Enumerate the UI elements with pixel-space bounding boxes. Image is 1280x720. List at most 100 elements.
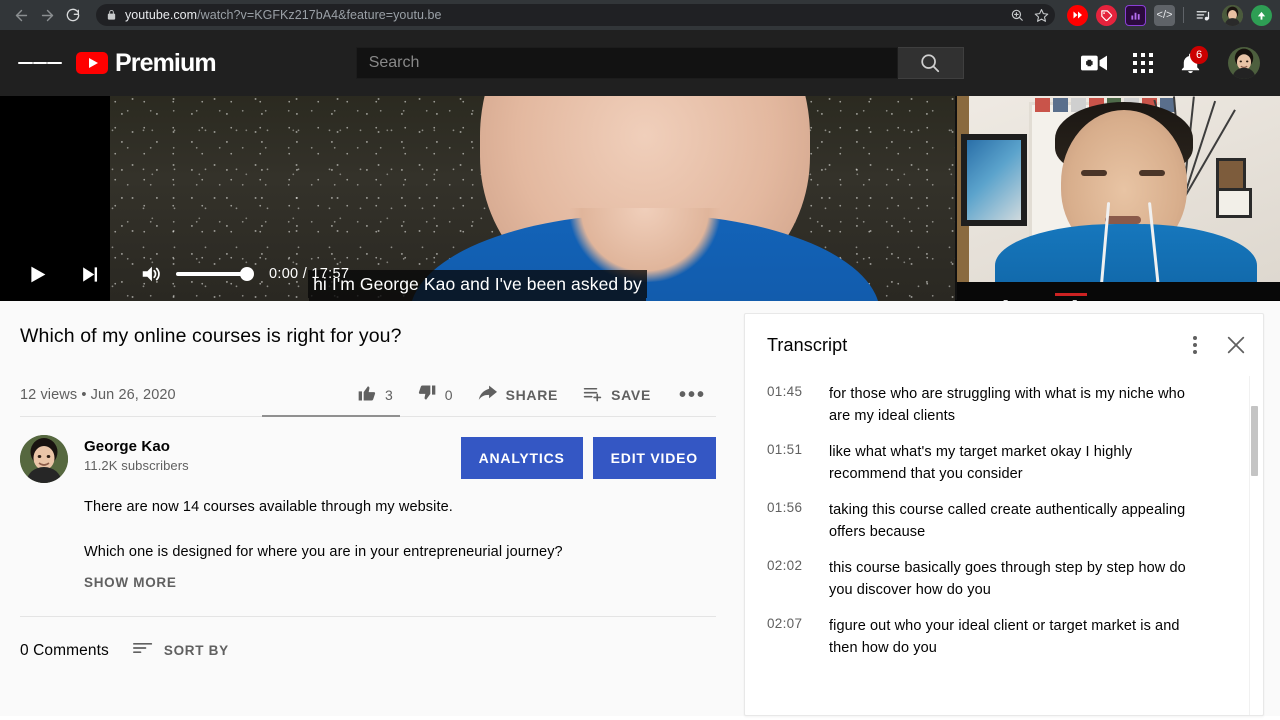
page-title: Which of my online courses is right for … bbox=[20, 323, 716, 349]
apps-grid-icon[interactable] bbox=[1133, 53, 1153, 73]
thumbs-down-icon bbox=[417, 383, 437, 406]
lock-icon bbox=[106, 9, 117, 21]
code-extension-icon[interactable]: </> bbox=[1154, 5, 1175, 26]
video-player[interactable]: hi I'm George Kao and I've been asked by… bbox=[0, 96, 1280, 301]
pip-picture-frame bbox=[1216, 188, 1252, 218]
search-button[interactable] bbox=[898, 47, 964, 79]
search-input[interactable] bbox=[369, 54, 889, 72]
volume-icon[interactable] bbox=[128, 251, 174, 297]
hamburger-menu-icon[interactable] bbox=[18, 41, 62, 85]
transcript-text: figure out who your ideal client or targ… bbox=[829, 615, 1201, 659]
transcript-timestamp: 01:51 bbox=[767, 441, 829, 457]
logo-label: Premium bbox=[115, 49, 216, 78]
transcript-timestamp: 02:02 bbox=[767, 557, 829, 573]
transcript-text: like what what's my target market okay I… bbox=[829, 441, 1201, 485]
address-bar[interactable]: youtube.com/watch?v=KGFKz217bA4&feature=… bbox=[96, 4, 1055, 26]
dislike-count: 0 bbox=[445, 387, 453, 403]
subscriber-count: 11.2K subscribers bbox=[84, 458, 189, 473]
save-icon bbox=[582, 384, 603, 406]
transcript-scrollbar-track[interactable] bbox=[1249, 376, 1261, 715]
search-input-wrapper[interactable] bbox=[356, 47, 898, 79]
extension-tray: </> bbox=[1061, 5, 1272, 26]
reload-button[interactable] bbox=[60, 2, 86, 28]
analytics-button[interactable]: ANALYTICS bbox=[461, 437, 583, 479]
volume-knob[interactable] bbox=[240, 267, 254, 281]
transcript-row[interactable]: 01:45for those who are struggling with w… bbox=[755, 376, 1263, 434]
transcript-row[interactable]: 01:51like what what's my target market o… bbox=[755, 434, 1263, 492]
transcript-row[interactable]: 01:56taking this course called create au… bbox=[755, 492, 1263, 550]
like-count: 3 bbox=[385, 387, 393, 403]
channel-row: George Kao 11.2K subscribers ANALYTICS E… bbox=[20, 435, 716, 483]
like-button[interactable]: 3 bbox=[345, 375, 405, 415]
youtube-extension-icon[interactable] bbox=[1067, 5, 1088, 26]
more-actions-button[interactable]: ••• bbox=[663, 375, 716, 415]
active-action-underline bbox=[262, 415, 400, 417]
save-label: SAVE bbox=[611, 387, 651, 403]
kebab-menu-icon[interactable] bbox=[1183, 333, 1207, 357]
video-actions: 3 0 SHARE S bbox=[345, 375, 716, 415]
sort-icon bbox=[133, 641, 153, 660]
description-paragraph-2: Which one is designed for where you are … bbox=[84, 542, 716, 563]
transcript-text: taking this course called create authent… bbox=[829, 499, 1201, 543]
analytics-extension-icon[interactable] bbox=[1125, 5, 1146, 26]
masthead-actions: 6 bbox=[1081, 47, 1264, 79]
sort-by-label: SORT BY bbox=[164, 643, 229, 658]
playlist-extension-icon[interactable] bbox=[1192, 5, 1214, 26]
transcript-list[interactable]: 01:45for those who are struggling with w… bbox=[745, 376, 1263, 715]
video-meta-row: 12 views • Jun 26, 2020 3 0 bbox=[20, 373, 716, 417]
show-more-button[interactable]: SHOW MORE bbox=[84, 575, 716, 590]
comments-header: 0 Comments SORT BY bbox=[20, 616, 716, 660]
transcript-title: Transcript bbox=[767, 335, 847, 356]
transcript-panel: Transcript 01:45for those who are strugg… bbox=[744, 313, 1264, 716]
channel-buttons: ANALYTICS EDIT VIDEO bbox=[461, 435, 716, 479]
browser-toolbar: youtube.com/watch?v=KGFKz217bA4&feature=… bbox=[0, 0, 1280, 30]
youtube-premium-logo[interactable]: Premium bbox=[76, 49, 216, 78]
video-description: There are now 14 courses available throu… bbox=[84, 497, 716, 590]
player-controls: 0:00 / 17:57 bbox=[0, 247, 1280, 301]
play-icon[interactable] bbox=[14, 251, 60, 297]
tag-extension-icon[interactable] bbox=[1096, 5, 1117, 26]
back-button[interactable] bbox=[8, 2, 34, 28]
next-video-icon[interactable] bbox=[66, 251, 112, 297]
url-path: /watch?v=KGFKz217bA4&feature=youtu.be bbox=[197, 8, 441, 22]
notification-count-badge: 6 bbox=[1190, 46, 1208, 64]
forward-button[interactable] bbox=[34, 2, 60, 28]
secondary-column: Transcript 01:45for those who are strugg… bbox=[744, 301, 1280, 716]
pip-eye-right bbox=[1139, 170, 1165, 176]
profile-avatar-icon[interactable] bbox=[1222, 5, 1243, 26]
channel-avatar[interactable] bbox=[20, 435, 68, 483]
search-bar bbox=[356, 47, 964, 79]
transcript-row[interactable]: 02:02this course basically goes through … bbox=[755, 550, 1263, 608]
transcript-timestamp: 01:45 bbox=[767, 383, 829, 399]
transcript-text: for those who are struggling with what i… bbox=[829, 383, 1201, 427]
url-domain: youtube.com bbox=[125, 8, 197, 22]
transcript-scrollbar-thumb[interactable] bbox=[1251, 406, 1258, 476]
upload-extension-icon[interactable] bbox=[1251, 5, 1272, 26]
channel-name[interactable]: George Kao bbox=[84, 438, 189, 455]
url-text: youtube.com/watch?v=KGFKz217bA4&feature=… bbox=[125, 8, 442, 22]
primary-column: Which of my online courses is right for … bbox=[0, 301, 744, 716]
transcript-timestamp: 02:07 bbox=[767, 615, 829, 631]
dislike-button[interactable]: 0 bbox=[405, 375, 465, 415]
description-paragraph-1: There are now 14 courses available throu… bbox=[84, 497, 716, 518]
share-label: SHARE bbox=[506, 387, 559, 403]
volume-slider[interactable] bbox=[176, 272, 248, 276]
avatar[interactable] bbox=[1228, 47, 1260, 79]
views-and-date: 12 views • Jun 26, 2020 bbox=[20, 387, 176, 403]
youtube-masthead: Premium 6 bbox=[0, 30, 1280, 96]
share-button[interactable]: SHARE bbox=[465, 375, 571, 415]
notification-bell-icon[interactable]: 6 bbox=[1179, 52, 1202, 75]
close-icon[interactable] bbox=[1225, 334, 1247, 356]
create-video-icon[interactable] bbox=[1081, 53, 1107, 73]
sort-by-button[interactable]: SORT BY bbox=[133, 641, 229, 660]
save-button[interactable]: SAVE bbox=[570, 375, 663, 415]
bookmark-star-icon[interactable] bbox=[1034, 8, 1049, 23]
transcript-text: this course basically goes through step … bbox=[829, 557, 1201, 601]
pip-wall-art bbox=[961, 134, 1027, 226]
transcript-row[interactable]: 02:07figure out who your ideal client or… bbox=[755, 608, 1263, 666]
toolbar-divider bbox=[1183, 7, 1184, 23]
pip-eye-left bbox=[1081, 170, 1107, 176]
edit-video-button[interactable]: EDIT VIDEO bbox=[593, 437, 716, 479]
page-content: Which of my online courses is right for … bbox=[0, 301, 1280, 716]
zoom-search-icon[interactable] bbox=[1010, 8, 1024, 22]
